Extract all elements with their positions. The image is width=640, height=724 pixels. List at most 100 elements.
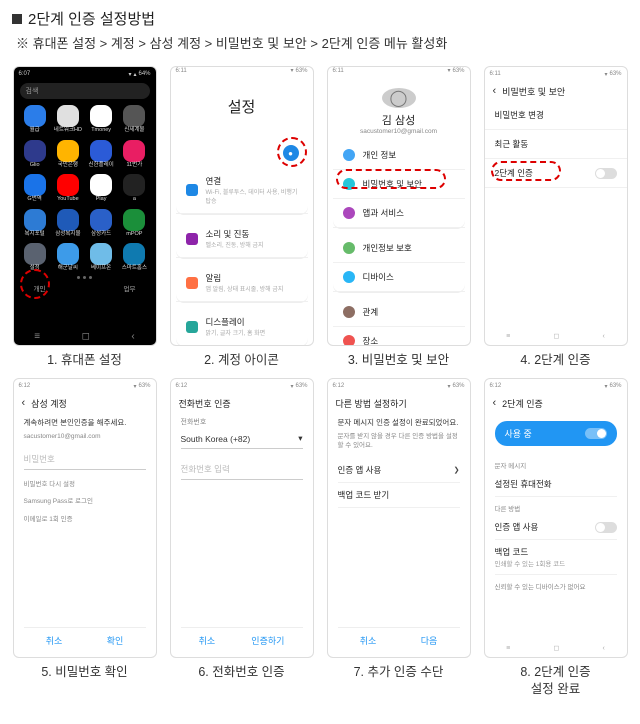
- app-icon: [90, 209, 112, 231]
- app-icon: [123, 174, 145, 196]
- security-item[interactable]: 최근 활동: [485, 130, 627, 159]
- app-Glio[interactable]: Glio: [20, 140, 50, 169]
- app-label: 국민은행: [58, 163, 78, 169]
- section-label: 문자 메시지: [495, 454, 617, 472]
- app-삼성카드[interactable]: 삼성카드: [86, 209, 116, 238]
- settings-item-icon: [186, 277, 198, 289]
- app-icon: [24, 174, 46, 196]
- caption: 1. 휴대폰 설정: [47, 352, 122, 368]
- app-mPOP[interactable]: mPOP: [119, 209, 149, 238]
- next-button[interactable]: 다음: [421, 634, 438, 647]
- account-item[interactable]: 장소: [333, 327, 465, 346]
- app-label: 베이프온: [91, 266, 111, 272]
- auth-app-item[interactable]: 인증 앱 사용: [495, 515, 617, 540]
- app-Tmoney[interactable]: Tmoney: [86, 105, 116, 134]
- trusted-devices-hint: 신뢰할 수 있는 디바이스가 없어요: [495, 575, 617, 593]
- header-title: 삼성 계정: [31, 397, 67, 410]
- app-11번가[interactable]: 11번가: [119, 140, 149, 169]
- caption: 7. 추가 인증 수단: [354, 664, 444, 680]
- search-input[interactable]: 검색: [20, 83, 150, 99]
- app-국민은행[interactable]: 국민은행: [53, 140, 83, 169]
- back-icon[interactable]: ‹: [493, 397, 497, 409]
- app-a[interactable]: a: [119, 174, 149, 203]
- app-icon: [57, 174, 79, 196]
- app-label: a: [133, 197, 136, 203]
- app-icon: [57, 209, 79, 231]
- email-auth-link[interactable]: 이메일로 1회 인증: [24, 515, 146, 524]
- backup-code-option[interactable]: 백업 코드 받기: [338, 483, 460, 508]
- app-icon: [123, 243, 145, 265]
- two-step-toggle[interactable]: 사용 중: [495, 421, 617, 446]
- app-신한플레이[interactable]: 신한플레이: [86, 140, 116, 169]
- app-icon: [57, 105, 79, 127]
- chevron-right-icon: ❯: [454, 466, 460, 474]
- app-네트워크HD[interactable]: 네트워크HD: [53, 105, 83, 134]
- app-icon: [123, 209, 145, 231]
- app-icon: [90, 174, 112, 196]
- phone-item[interactable]: 설정된 휴대전화: [495, 472, 617, 497]
- country-select[interactable]: South Korea (+82)▾: [181, 429, 303, 449]
- app-설정[interactable]: 설정: [20, 243, 50, 272]
- app-icon: [57, 243, 79, 265]
- app-icon: [24, 243, 46, 265]
- app-label: 신세계몰: [124, 128, 144, 134]
- app-icon: [57, 140, 79, 162]
- ok-button[interactable]: 확인: [107, 634, 124, 647]
- account-item[interactable]: 개인정보 보호: [333, 234, 465, 263]
- reset-password-link[interactable]: 비밀번호 다시 설정: [24, 480, 146, 489]
- avatar: ◯: [382, 88, 416, 108]
- app-label: 11번가: [126, 163, 142, 169]
- profile-email: sacustomer10@gmail.com: [328, 128, 470, 135]
- app-icon: [24, 105, 46, 127]
- samsung-pass-link[interactable]: Samsung Pass로 로그인: [24, 497, 146, 506]
- app-스마트홈스[interactable]: 스마트홈스: [119, 243, 149, 272]
- toggle[interactable]: [595, 168, 617, 179]
- caption: 6. 전화번호 인증: [198, 664, 284, 680]
- settings-item[interactable]: 알림앱 알림, 상태 표시줄, 방해 금지: [176, 264, 308, 302]
- account-item[interactable]: 앱과 서비스: [333, 199, 465, 228]
- tab-work[interactable]: 업무: [124, 283, 136, 293]
- cancel-button[interactable]: 취소: [360, 634, 377, 647]
- backup-code-item[interactable]: 백업 코드인쇄할 수 있는 1회용 코드: [495, 540, 617, 575]
- cancel-button[interactable]: 취소: [46, 634, 63, 647]
- security-item[interactable]: 비밀번호 변경: [485, 101, 627, 130]
- account-item[interactable]: 디바이스: [333, 263, 465, 292]
- app-월급[interactable]: 월급: [20, 105, 50, 134]
- highlight-password-security: [336, 169, 446, 189]
- settings-item[interactable]: 디스플레이밝기, 글자 크기, 홈 화면: [176, 308, 308, 346]
- auth-app-option[interactable]: 인증 앱 사용❯: [338, 458, 460, 483]
- subtitle-text: ※ 휴대폰 설정 > 계정 > 삼성 계정 > 비밀번호 및 보안 > 2단계 …: [16, 33, 628, 52]
- account-item-icon: [343, 207, 355, 219]
- cancel-button[interactable]: 취소: [199, 634, 216, 647]
- profile-name: 김 삼성: [328, 112, 470, 128]
- screenshot-step6: 6:12▾63% 전화번호 인증 전화번호 South Korea (+82)▾…: [170, 378, 314, 658]
- app-G번역[interactable]: G번역: [20, 174, 50, 203]
- back-icon[interactable]: ‹: [22, 397, 26, 409]
- app-icon: [90, 105, 112, 127]
- app-신세계몰[interactable]: 신세계몰: [119, 105, 149, 134]
- account-item-icon: [343, 306, 355, 318]
- settings-item[interactable]: 소리 및 진동벨소리, 진동, 방해 금지: [176, 220, 308, 258]
- back-icon[interactable]: ‹: [493, 85, 497, 97]
- verify-button[interactable]: 인증하기: [251, 634, 284, 647]
- app-label: 삼성카드: [91, 232, 111, 238]
- password-field[interactable]: 비밀번호: [24, 449, 146, 470]
- app-베이프온[interactable]: 베이프온: [86, 243, 116, 272]
- phone-input[interactable]: 전화번호 입력: [181, 459, 303, 480]
- account-item[interactable]: 개인 정보: [333, 141, 465, 170]
- app-icon: [24, 209, 46, 231]
- header-title: 2단계 인증: [502, 397, 543, 410]
- settings-item-icon: [186, 233, 198, 245]
- app-Play[interactable]: Play: [86, 174, 116, 203]
- highlight-account-icon: [277, 137, 307, 167]
- app-YouTube[interactable]: YouTube: [53, 174, 83, 203]
- account-item[interactable]: 관계: [333, 298, 465, 327]
- toggle-off[interactable]: [595, 522, 617, 533]
- settings-item[interactable]: 연결Wi-Fi, 블루투스, 데이터 사용, 비행기 탑승: [176, 167, 308, 214]
- instruction-sub: 문자를 받지 않을 경우 다른 인증 방법을 설정할 수 있어요.: [338, 432, 460, 450]
- app-복지포털[interactable]: 복지포털: [20, 209, 50, 238]
- app-해군날씨[interactable]: 해군날씨: [53, 243, 83, 272]
- section-label: 다른 방법: [495, 497, 617, 515]
- app-삼성복지몰[interactable]: 삼성복지몰: [53, 209, 83, 238]
- header-title: 비밀번호 및 보안: [502, 85, 565, 98]
